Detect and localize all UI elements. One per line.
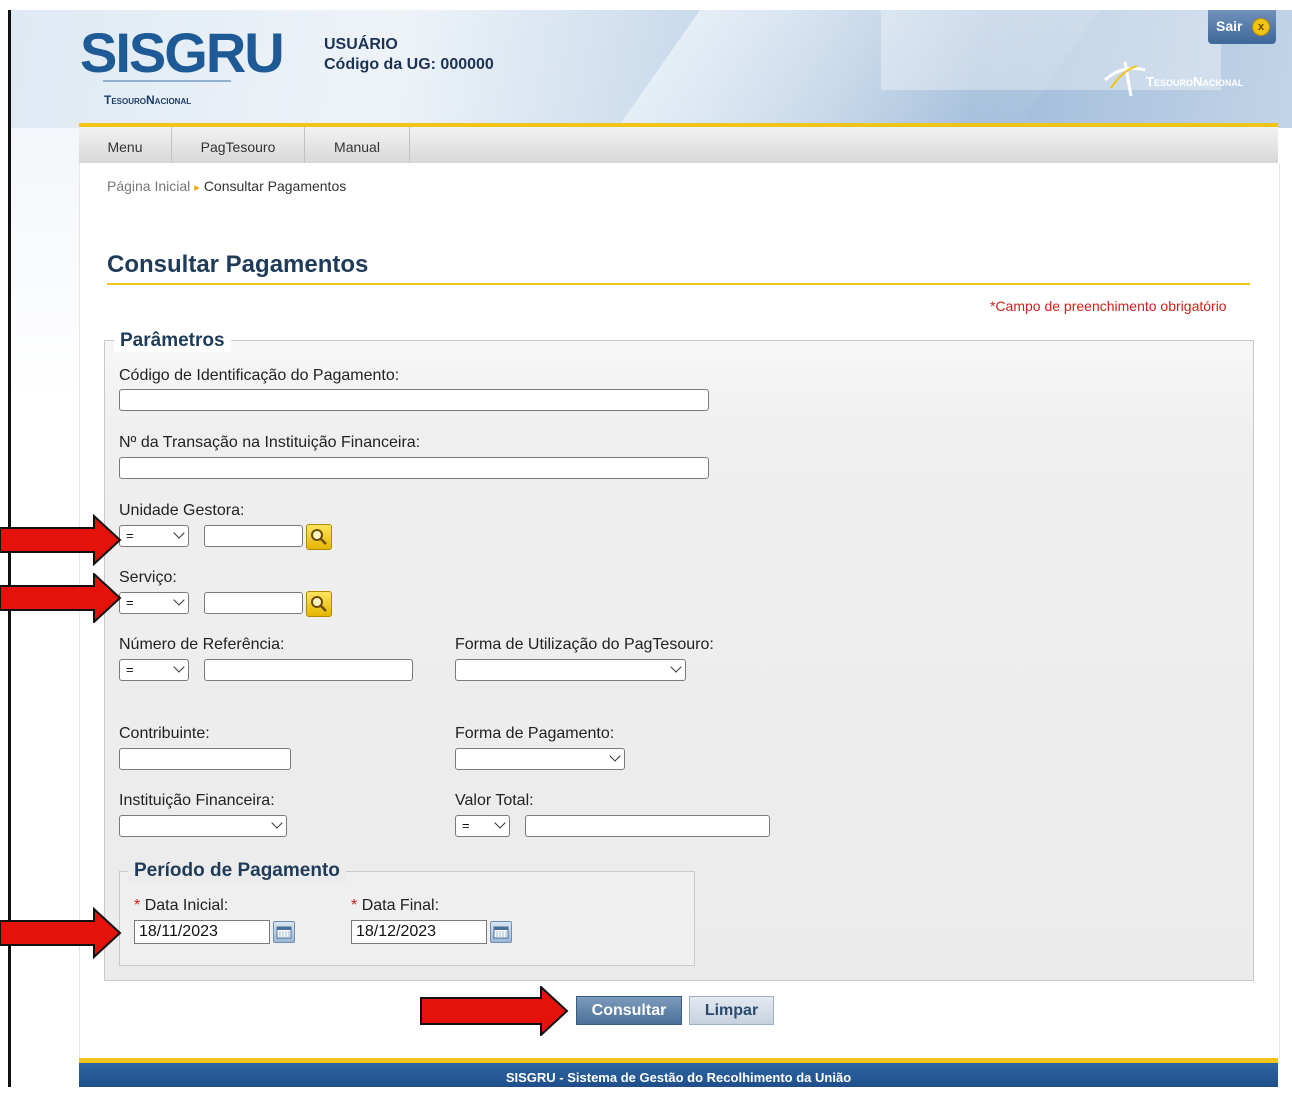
servico-search-button[interactable] (306, 591, 332, 617)
data-final-label-text: Data Final: (361, 897, 440, 914)
ug-operator-select[interactable]: = (119, 525, 189, 547)
required-note: *Campo de preenchimento obrigatório (990, 298, 1227, 314)
breadcrumb: Página Inicial ▸ Consultar Pagamentos (107, 178, 346, 194)
parametros-legend: Parâmetros (114, 330, 231, 352)
close-icon: x (1252, 18, 1270, 36)
annotation-arrow-icon (0, 907, 122, 959)
required-mark: * (351, 897, 358, 914)
contribuinte-input[interactable] (119, 748, 291, 770)
data-final-input[interactable] (351, 920, 487, 944)
data-final-calendar-button[interactable] (490, 921, 512, 943)
required-mark: * (134, 897, 141, 914)
tesouro-star-icon (1104, 61, 1146, 97)
valor-operator-select[interactable]: = (455, 815, 510, 837)
nav-item-menu[interactable]: Menu (79, 127, 172, 163)
referencia-operator-select[interactable]: = (119, 659, 189, 681)
forma-pagamento-select[interactable] (455, 748, 625, 770)
main-nav: Menu PagTesouro Manual (79, 127, 1278, 164)
search-icon (311, 596, 327, 612)
annotation-arrow-icon (0, 514, 122, 566)
referencia-input[interactable] (204, 659, 413, 681)
periodo-legend: Período de Pagamento (128, 860, 346, 882)
consultar-button[interactable]: Consultar (576, 996, 682, 1025)
sair-button[interactable]: Sair x (1208, 10, 1276, 44)
limpar-button[interactable]: Limpar (689, 996, 774, 1025)
transacao-input[interactable] (119, 457, 709, 479)
left-background (11, 128, 79, 400)
annotation-arrow-icon (420, 986, 569, 1036)
nav-item-manual[interactable]: Manual (305, 127, 410, 163)
footer: SISGRU - Sistema de Gestão do Recolhimen… (79, 1063, 1278, 1087)
tesouro-brand: TesouroNacional (1146, 74, 1244, 89)
breadcrumb-home[interactable]: Página Inicial (107, 178, 190, 194)
logo-rule (103, 80, 231, 82)
breadcrumb-current: Consultar Pagamentos (203, 178, 347, 194)
codigo-input[interactable] (119, 389, 709, 411)
valor-input[interactable] (525, 815, 770, 837)
title-underline (107, 283, 1250, 285)
calendar-icon (493, 926, 509, 939)
header: SISGRU TesouroNacional USUÁRIO Código da… (11, 10, 1292, 128)
annotation-arrow-icon (0, 573, 122, 623)
ug-code: Código da UG: 000000 (324, 56, 494, 73)
page-title: Consultar Pagamentos (107, 251, 369, 278)
servico-label: Serviço: (119, 569, 177, 586)
nav-item-pagtesouro[interactable]: PagTesouro (172, 127, 305, 163)
forma-utilizacao-select[interactable] (455, 659, 686, 681)
data-inicial-calendar-button[interactable] (273, 921, 295, 943)
chevron-down-icon (173, 661, 185, 673)
breadcrumb-separator-icon: ▸ (194, 182, 200, 194)
chevron-down-icon (271, 817, 283, 829)
chevron-down-icon (494, 817, 506, 829)
referencia-label: Número de Referência: (119, 636, 285, 653)
sisgru-logo: SISGRU (80, 21, 285, 84)
data-inicial-label-text: Data Inicial: (144, 897, 229, 914)
user-info: USUÁRIO Código da UG: 000000 (324, 35, 494, 75)
user-label: USUÁRIO (324, 36, 398, 53)
ug-search-button[interactable] (306, 524, 332, 550)
referencia-operator-value: = (126, 662, 134, 677)
servico-input[interactable] (204, 592, 303, 614)
chevron-down-icon (609, 750, 621, 762)
servico-operator-select[interactable]: = (119, 592, 189, 614)
ug-input[interactable] (204, 525, 303, 547)
logo-subtitle: TesouroNacional (104, 93, 192, 107)
contribuinte-label: Contribuinte: (119, 725, 210, 742)
chevron-down-icon (173, 527, 185, 539)
forma-pagamento-label: Forma de Pagamento: (455, 725, 615, 742)
periodo-fieldset (119, 871, 695, 966)
header-swoosh (573, 10, 1129, 128)
instituicao-select[interactable] (119, 815, 287, 837)
codigo-label: Código de Identificação do Pagamento: (119, 367, 400, 384)
ug-label: Unidade Gestora: (119, 502, 245, 519)
calendar-icon (276, 926, 292, 939)
sair-label: Sair (1216, 18, 1243, 34)
servico-operator-value: = (126, 595, 134, 610)
search-icon (311, 529, 327, 545)
data-inicial-input[interactable] (134, 920, 270, 944)
valor-operator-value: = (462, 818, 470, 833)
ug-operator-value: = (126, 528, 134, 543)
data-final-label: * Data Final: (351, 897, 439, 915)
transacao-label: Nº da Transação na Instituição Financeir… (119, 434, 421, 451)
instituicao-label: Instituição Financeira: (119, 792, 275, 809)
data-inicial-label: * Data Inicial: (134, 897, 228, 915)
chevron-down-icon (173, 594, 185, 606)
chevron-down-icon (670, 661, 682, 673)
forma-utilizacao-label: Forma de Utilização do PagTesouro: (455, 636, 714, 653)
valor-label: Valor Total: (455, 792, 534, 809)
